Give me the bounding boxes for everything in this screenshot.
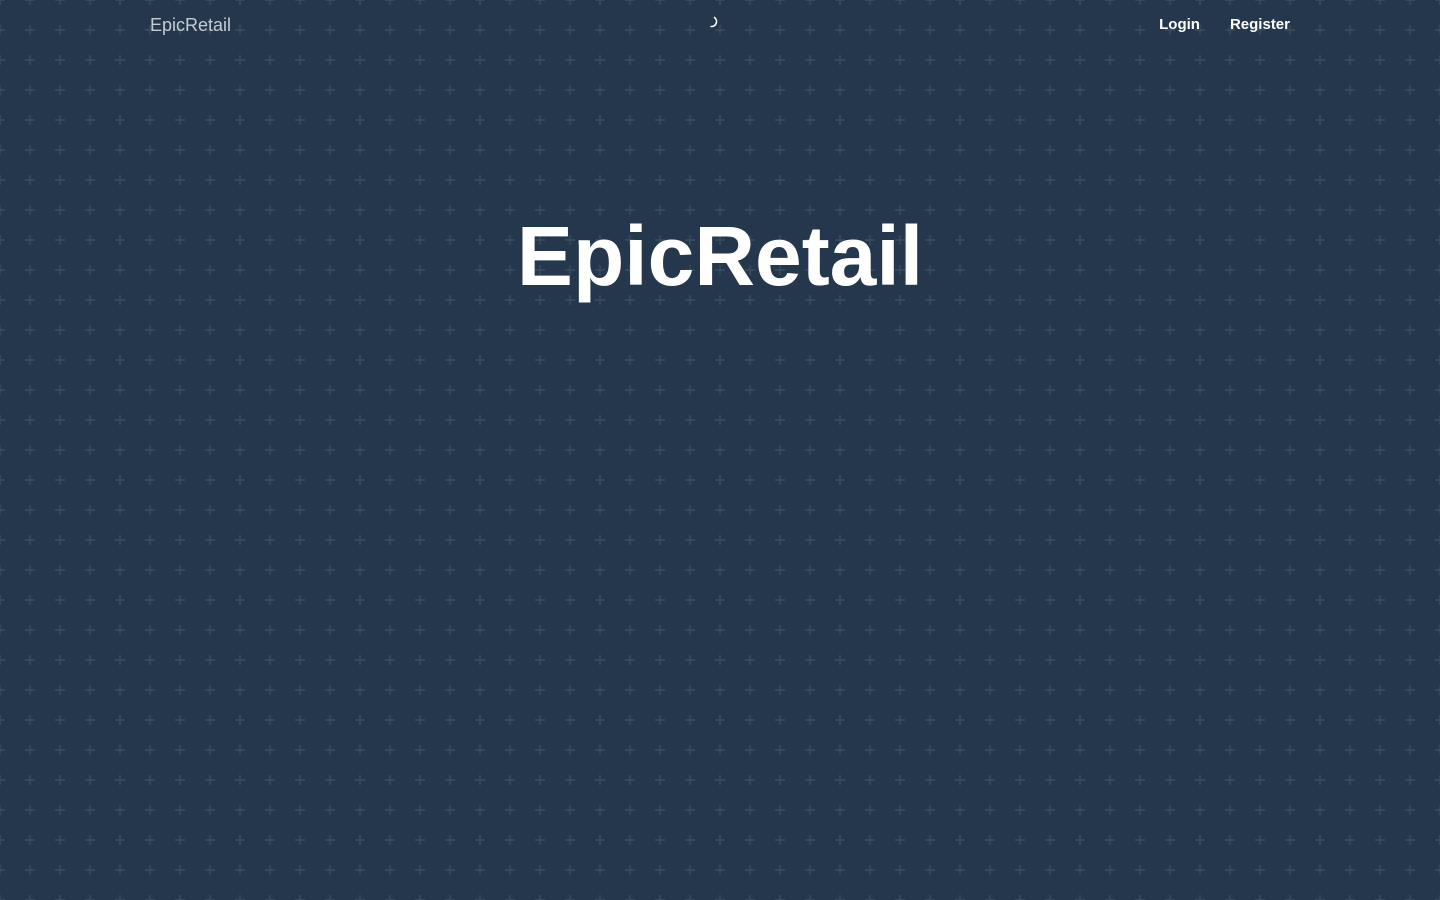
hero-title: EpicRetail	[516, 209, 924, 303]
top-navbar: EpicRetail Login Register	[0, 0, 1440, 50]
background-pattern	[0, 0, 1440, 900]
brand-logo-link[interactable]: EpicRetail	[150, 14, 231, 36]
nav-links: Login Register	[1159, 15, 1290, 35]
spinner-icon	[710, 16, 718, 28]
login-link[interactable]: Login	[1159, 15, 1200, 35]
register-link[interactable]: Register	[1230, 15, 1290, 35]
